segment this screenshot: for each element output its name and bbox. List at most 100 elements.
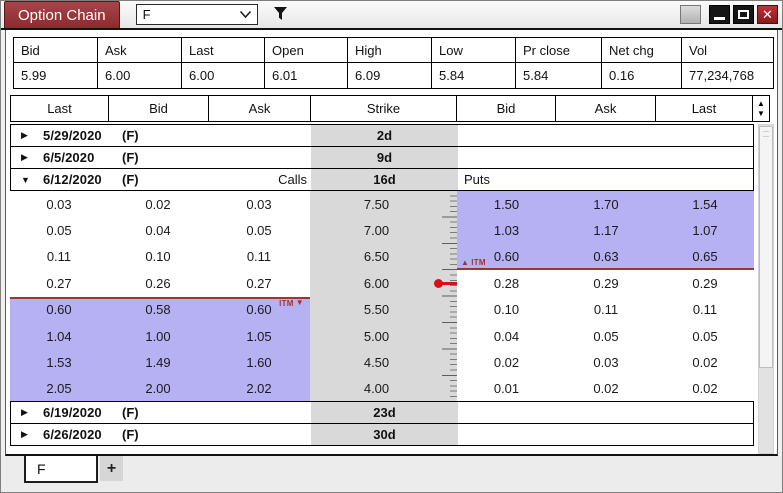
put-bid-cell[interactable]: 0.01 (457, 376, 556, 402)
put-ask-cell[interactable]: 0.02 (556, 376, 656, 402)
call-last-cell[interactable]: 0.27 (10, 270, 108, 296)
call-ask-cell[interactable]: 0.27 (208, 270, 310, 296)
expiry-row[interactable]: ▶6/5/2020(F)9d (10, 146, 754, 169)
strike-value: 6.00 (364, 276, 389, 291)
call-ask-cell[interactable]: 2.02 (208, 376, 310, 402)
put-ask-cell[interactable]: 1.17 (556, 217, 656, 243)
put-side: 0.040.050.05 (457, 323, 754, 349)
put-ask-cell[interactable]: 0.11 (556, 297, 656, 323)
title-bar: Option Chain F ✕ (1, 1, 782, 30)
vertical-scrollbar[interactable] (758, 124, 774, 454)
chain-header-cell[interactable]: Ask (208, 95, 311, 122)
call-side: 1.531.491.60 (10, 349, 310, 375)
chain-header-cell[interactable]: Bid (108, 95, 209, 122)
call-bid-cell[interactable]: 0.04 (108, 217, 208, 243)
quote-value-cell: 6.09 (348, 63, 432, 88)
put-bid-cell[interactable]: 0.10 (457, 297, 556, 323)
option-rows-block: 0.030.020.037.501.501.701.540.050.040.05… (10, 191, 754, 402)
quote-summary-table: BidAskLastOpenHighLowPr closeNet chgVol … (13, 37, 774, 89)
put-last-cell[interactable]: 0.02 (656, 376, 754, 402)
call-bid-cell[interactable]: 0.58 (108, 297, 208, 323)
pin-button[interactable] (680, 5, 701, 24)
scrollbar-thumb[interactable] (759, 126, 773, 368)
minimize-button[interactable] (709, 5, 730, 24)
underlying-price-marker (437, 282, 457, 285)
call-last-cell[interactable]: 1.53 (10, 349, 108, 375)
put-bid-cell[interactable]: 1.50 (457, 191, 556, 217)
put-ask-cell[interactable]: 0.05 (556, 323, 656, 349)
option-row: 0.600.580.60ITM▼5.500.100.110.11 (10, 297, 754, 323)
scroll-up-icon[interactable]: ▲ (757, 100, 765, 107)
put-ask-cell[interactable]: 0.63 (556, 244, 656, 270)
option-chain-table: LastBidAskStrikeBidAskLast ▲ ▼ ▶5/29/202… (10, 95, 776, 454)
call-last-cell[interactable]: 0.03 (10, 191, 108, 217)
tab-f[interactable]: F (24, 456, 98, 483)
symbol-dropdown-value: F (143, 7, 151, 22)
put-last-cell[interactable]: 1.07 (656, 217, 754, 243)
put-last-cell[interactable]: 0.65 (656, 244, 754, 270)
put-last-cell[interactable]: 1.54 (656, 191, 754, 217)
put-last-cell[interactable]: 0.11 (656, 297, 754, 323)
expand-arrow-icon[interactable]: ▶ (21, 152, 43, 163)
maximize-button[interactable] (733, 5, 754, 24)
expiry-row[interactable]: ▼6/12/2020(F)CallsPuts16d (10, 168, 754, 191)
chain-header-cell[interactable]: Last (655, 95, 753, 122)
chain-header-cell[interactable]: Last (10, 95, 109, 122)
chain-header-cell[interactable]: Strike (310, 95, 457, 122)
quote-value-cell: 6.00 (182, 63, 265, 88)
filter-button[interactable] (271, 5, 291, 25)
call-last-cell[interactable]: 0.05 (10, 217, 108, 243)
expiry-root: (F) (122, 150, 139, 165)
call-ask-cell[interactable]: 0.11 (208, 244, 310, 270)
call-bid-cell[interactable]: 1.49 (108, 349, 208, 375)
put-ask-cell[interactable]: 1.70 (556, 191, 656, 217)
chain-header-cell[interactable]: Ask (555, 95, 656, 122)
put-bid-cell[interactable]: 1.03 (457, 217, 556, 243)
itm-marker: ITM▼ (279, 299, 304, 308)
expand-arrow-icon[interactable]: ▶ (21, 130, 43, 141)
call-last-cell[interactable]: 1.04 (10, 323, 108, 349)
call-ask-cell[interactable]: 0.03 (208, 191, 310, 217)
days-to-expiry: 9d (311, 147, 458, 168)
window-title: Option Chain (18, 7, 106, 24)
chain-header-cells: LastBidAskStrikeBidAskLast (10, 95, 753, 122)
sheet-tab-bar: F + (1, 456, 782, 492)
call-ask-cell[interactable]: 1.60 (208, 349, 310, 375)
scroll-down-icon[interactable]: ▼ (757, 110, 765, 117)
symbol-dropdown[interactable]: F (136, 4, 258, 25)
call-bid-cell[interactable]: 0.10 (108, 244, 208, 270)
expand-arrow-icon[interactable]: ▶ (21, 407, 43, 418)
call-bid-cell[interactable]: 0.02 (108, 191, 208, 217)
put-ask-cell[interactable]: 0.29 (556, 270, 656, 296)
call-last-cell[interactable]: 0.11 (10, 244, 108, 270)
collapse-arrow-icon[interactable]: ▼ (21, 175, 43, 185)
expiry-row[interactable]: ▶6/26/2020(F)30d (10, 423, 754, 446)
put-bid-cell[interactable]: 0.28 (457, 270, 556, 296)
quote-header-row: BidAskLastOpenHighLowPr closeNet chgVol (14, 38, 773, 63)
quote-value-cell: 6.00 (98, 63, 182, 88)
put-side: 0.010.020.02 (457, 376, 754, 402)
expiry-row[interactable]: ▶5/29/2020(F)2d (10, 124, 754, 147)
put-bid-cell[interactable]: 0.04 (457, 323, 556, 349)
expand-arrow-icon[interactable]: ▶ (21, 429, 43, 440)
call-bid-cell[interactable]: 2.00 (108, 376, 208, 402)
close-button[interactable]: ✕ (757, 5, 778, 24)
put-side: 1.031.171.07 (457, 217, 754, 243)
expiry-row[interactable]: ▶6/19/2020(F)23d (10, 401, 754, 424)
strike-cell: 6.50 (310, 244, 457, 270)
days-to-expiry: 23d (311, 402, 458, 423)
call-bid-cell[interactable]: 1.00 (108, 323, 208, 349)
put-bid-cell[interactable]: 0.02 (457, 349, 556, 375)
put-last-cell[interactable]: 0.02 (656, 349, 754, 375)
put-ask-cell[interactable]: 0.03 (556, 349, 656, 375)
chain-header-cell[interactable]: Bid (456, 95, 556, 122)
call-last-cell[interactable]: 2.05 (10, 376, 108, 402)
put-last-cell[interactable]: 0.29 (656, 270, 754, 296)
call-bid-cell[interactable]: 0.26 (108, 270, 208, 296)
puts-label: Puts (464, 172, 490, 187)
call-ask-cell[interactable]: 1.05 (208, 323, 310, 349)
add-tab-button[interactable]: + (100, 456, 123, 481)
put-last-cell[interactable]: 0.05 (656, 323, 754, 349)
call-ask-cell[interactable]: 0.05 (208, 217, 310, 243)
call-last-cell[interactable]: 0.60 (10, 297, 108, 323)
